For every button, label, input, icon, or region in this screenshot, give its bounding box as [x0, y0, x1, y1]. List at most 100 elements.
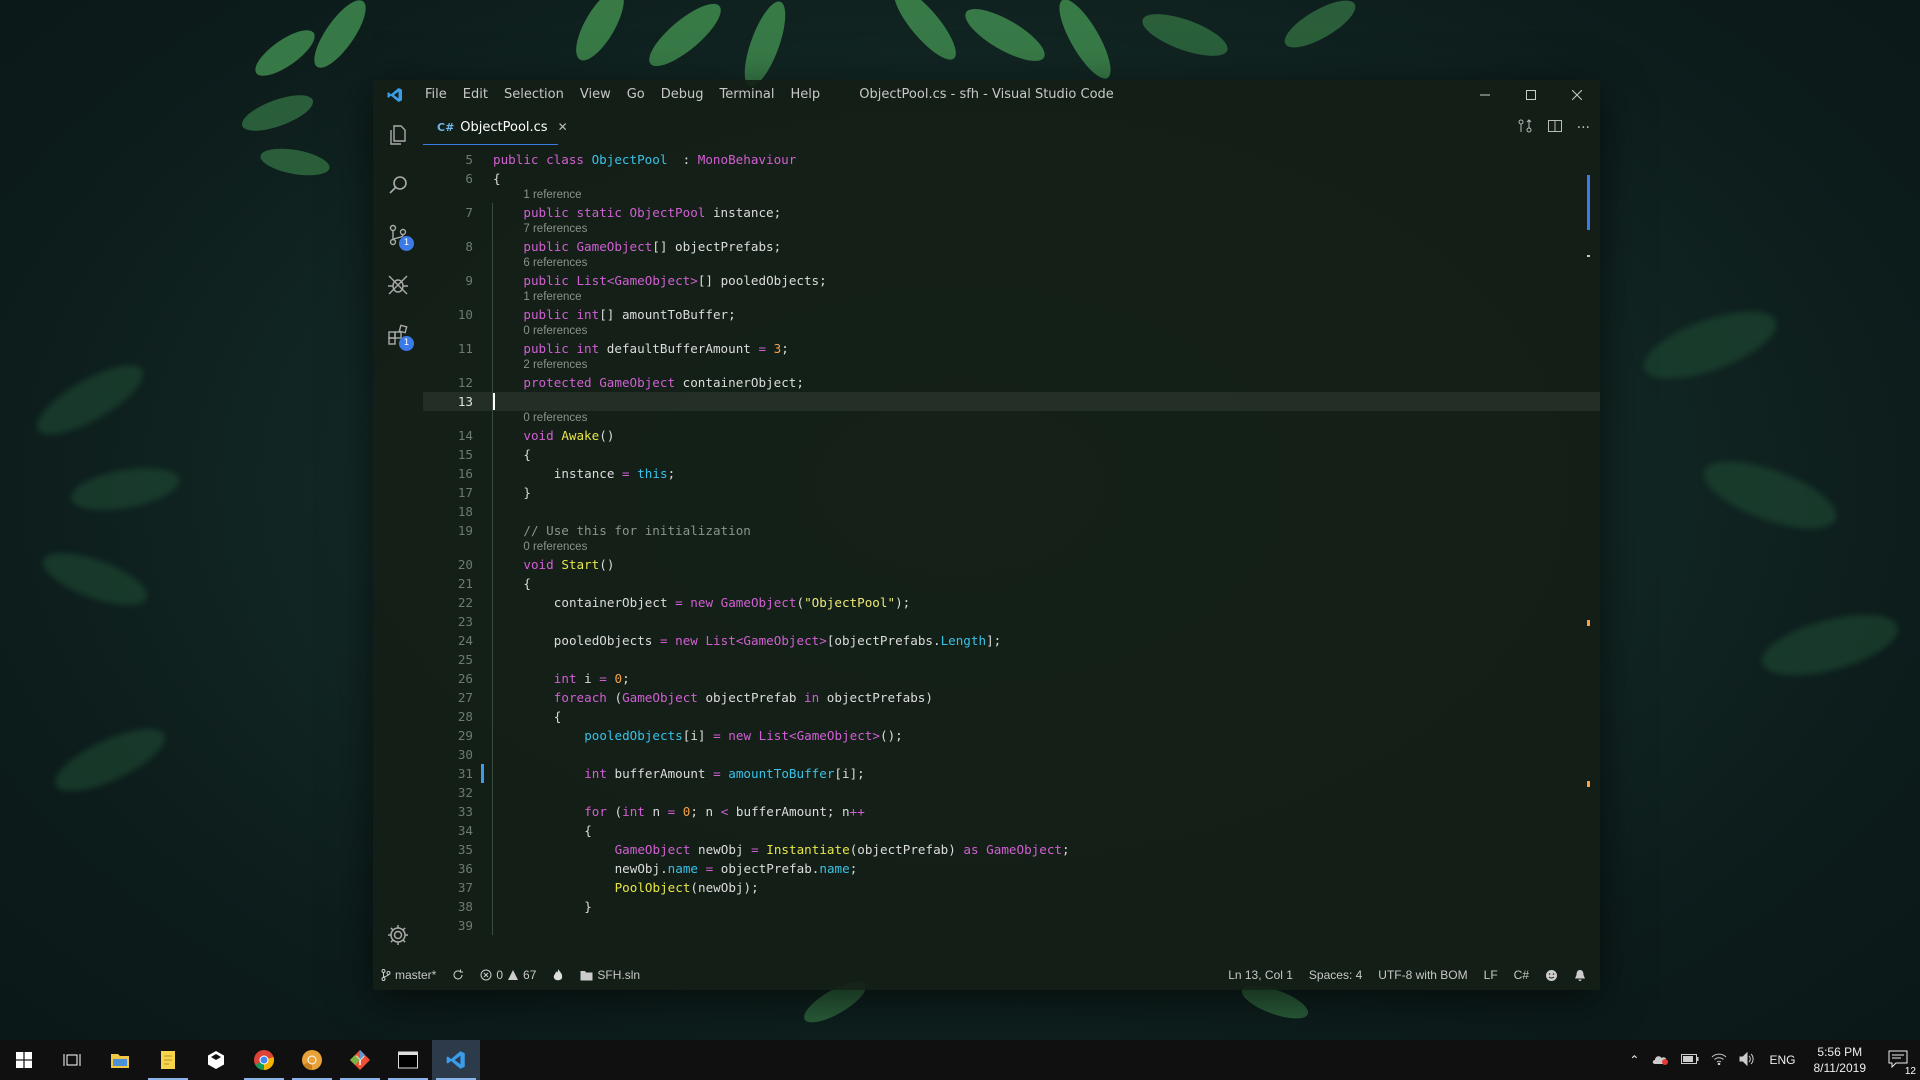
open-changes-icon[interactable] — [1517, 118, 1533, 138]
line-number: 13 — [457, 394, 473, 409]
line-number: 15 — [457, 447, 473, 462]
explorer-button[interactable] — [373, 110, 423, 160]
input-language[interactable]: ENG — [1761, 1053, 1803, 1067]
code-token: ; — [849, 861, 858, 876]
code-line: 29 pooledObjects[i] = new List<GameObject… — [423, 726, 1600, 745]
code-line: 17} — [423, 483, 1600, 502]
indentation[interactable]: Spaces: 4 — [1301, 960, 1370, 990]
taskbar-vscode[interactable] — [432, 1040, 480, 1080]
minimize-button[interactable] — [1462, 80, 1508, 110]
action-center-button[interactable]: 12 — [1876, 1050, 1920, 1077]
line-number: 18 — [457, 504, 473, 519]
code-line: 13 — [423, 392, 1600, 411]
code-token: int — [584, 766, 607, 781]
code-editor[interactable]: 5 public class ObjectPool : MonoBehaviour… — [423, 145, 1600, 960]
branch-indicator[interactable]: master* — [373, 960, 444, 990]
overview-ruler-mark — [1587, 175, 1590, 230]
code-token: instance — [553, 466, 623, 481]
solution-indicator[interactable]: SFH.sln — [572, 960, 648, 990]
code-line: 38} — [423, 897, 1600, 916]
taskbar-unity[interactable] — [192, 1040, 240, 1080]
search-button[interactable] — [373, 160, 423, 210]
unity-icon — [208, 1051, 224, 1069]
code-line: 20 void Start() — [423, 555, 1600, 574]
split-editor-icon[interactable] — [1547, 118, 1563, 138]
tab-close-icon[interactable]: ✕ — [558, 120, 568, 134]
maximize-button[interactable] — [1508, 80, 1554, 110]
code-token: n — [644, 804, 668, 819]
close-button[interactable] — [1554, 80, 1600, 110]
code-token: objectPrefabs) — [819, 690, 933, 705]
text-cursor — [493, 393, 495, 410]
code-token: ; — [1062, 842, 1070, 857]
code-token: int — [576, 307, 600, 322]
code-text: protected GameObject containerObject; — [523, 373, 804, 392]
menu-terminal[interactable]: Terminal — [712, 80, 783, 110]
menu-edit[interactable]: Edit — [455, 80, 496, 110]
line-number: 6 — [465, 171, 473, 186]
chevron-up-icon[interactable]: ⌃ — [1623, 1053, 1645, 1067]
editor-tab-bar: C# ObjectPool.cs ✕ ··· — [423, 110, 1600, 145]
sync-icon — [453, 969, 464, 980]
code-token: newObj. — [614, 861, 668, 876]
code-token: { — [553, 709, 562, 724]
problems-indicator[interactable]: 0 67 — [472, 960, 544, 990]
taskbar-notes[interactable] — [144, 1040, 192, 1080]
line-number: 24 — [457, 633, 473, 648]
volume-icon[interactable] — [1733, 1051, 1761, 1069]
code-token: new — [682, 595, 721, 610]
code-token: = — [751, 842, 759, 857]
battery-icon[interactable] — [1675, 1053, 1705, 1067]
more-actions-icon[interactable]: ··· — [1577, 120, 1590, 136]
notifications-button[interactable] — [1566, 960, 1594, 990]
taskbar-chrome-canary[interactable] — [288, 1040, 336, 1080]
clock[interactable]: 5:56 PM 8/11/2019 — [1804, 1044, 1877, 1076]
code-token: { — [584, 823, 592, 838]
cursor-position[interactable]: Ln 13, Col 1 — [1220, 960, 1301, 990]
tab-objectpool[interactable]: C# ObjectPool.cs ✕ — [423, 110, 568, 145]
menu-go[interactable]: Go — [619, 80, 653, 110]
source-control-button[interactable]: 1 — [373, 210, 423, 260]
task-view-button[interactable] — [48, 1040, 96, 1080]
line-number: 28 — [457, 709, 473, 724]
code-line: 5 public class ObjectPool : MonoBehaviour — [423, 150, 1600, 169]
taskbar-chrome[interactable] — [240, 1040, 288, 1080]
line-ending[interactable]: LF — [1476, 960, 1506, 990]
file-encoding[interactable]: UTF-8 with BOM — [1370, 960, 1475, 990]
debug-button[interactable] — [373, 260, 423, 310]
code-token: [] objectPrefabs; — [652, 239, 782, 254]
menu-file[interactable]: File — [417, 80, 455, 110]
chrome-canary-icon — [302, 1050, 322, 1070]
code-token: [i] — [682, 728, 714, 743]
code-token: this — [629, 466, 668, 481]
git-branch-icon — [381, 969, 391, 981]
taskbar-git[interactable] — [336, 1040, 384, 1080]
taskbar-file-explorer[interactable] — [96, 1040, 144, 1080]
windows-taskbar: ⌃ ENG 5:56 PM 8/11/2019 12 — [0, 1040, 1920, 1080]
omnisharp-flame[interactable] — [544, 960, 572, 990]
start-button[interactable] — [0, 1040, 48, 1080]
overview-ruler-mark — [1587, 255, 1590, 257]
code-line: 8 public GameObject[] objectPrefabs; — [423, 237, 1600, 256]
line-number: 34 — [457, 823, 473, 838]
code-token: GameObject — [743, 633, 820, 648]
menu-help[interactable]: Help — [782, 80, 828, 110]
notification-count: 12 — [1904, 1065, 1916, 1077]
menu-selection[interactable]: Selection — [496, 80, 572, 110]
line-number: 10 — [457, 307, 473, 322]
taskbar-terminal[interactable] — [384, 1040, 432, 1080]
extensions-button[interactable]: 1 — [373, 310, 423, 360]
git-modified-marker[interactable] — [481, 764, 484, 783]
code-text: public class ObjectPool : MonoBehaviour — [493, 150, 796, 169]
code-token: { — [523, 447, 531, 462]
sync-button[interactable] — [444, 960, 472, 990]
gear-icon — [388, 925, 408, 945]
onedrive-icon[interactable] — [1645, 1053, 1675, 1068]
wifi-icon[interactable] — [1705, 1053, 1733, 1068]
feedback-button[interactable] — [1537, 960, 1566, 990]
menu-view[interactable]: View — [572, 80, 619, 110]
code-token: for — [584, 804, 615, 819]
language-mode[interactable]: C# — [1506, 960, 1537, 990]
menu-debug[interactable]: Debug — [653, 80, 712, 110]
settings-button[interactable] — [373, 910, 423, 960]
